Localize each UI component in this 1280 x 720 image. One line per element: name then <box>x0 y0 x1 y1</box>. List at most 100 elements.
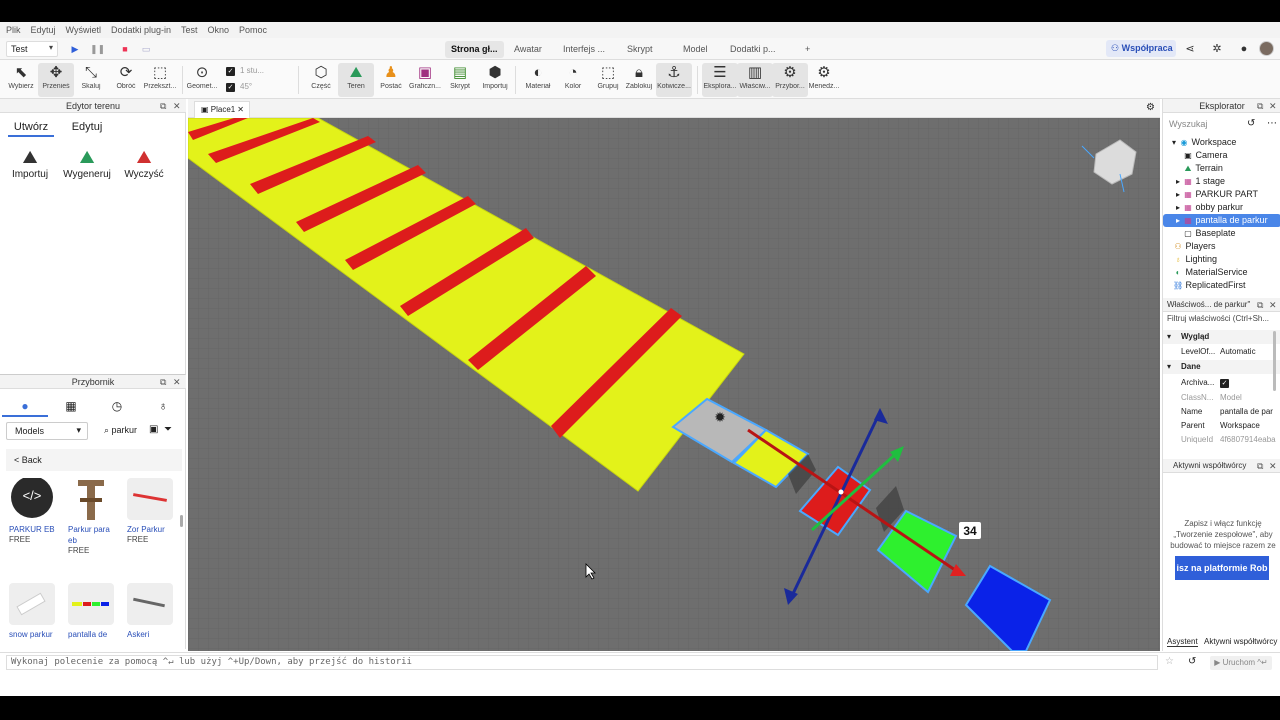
share-icon[interactable]: ⋖ <box>1183 42 1197 56</box>
image-filter-icon[interactable]: ▣ <box>149 424 158 435</box>
select-tool[interactable]: ⬉ Wybierz <box>3 63 39 97</box>
tab-model[interactable]: Model <box>677 41 714 58</box>
terrain-tool[interactable]: ⛰ Teren <box>338 63 374 97</box>
category-data[interactable]: ▾ Dane <box>1163 360 1280 374</box>
tab-create[interactable]: Utwórz <box>8 117 54 137</box>
tab-home[interactable]: Strona gł... <box>445 41 504 58</box>
menu-help[interactable]: Pomoc <box>239 25 267 35</box>
tab-active-collaborators[interactable]: Aktywni współtwórcy <box>1204 637 1277 646</box>
model-card[interactable]: Askeri <box>127 583 179 640</box>
menu-test[interactable]: Test <box>181 25 198 35</box>
command-input[interactable]: Wykonaj polecenie za pomocą ^↵ lub użyj … <box>6 655 1158 670</box>
tree-item-1-stage[interactable]: ▸ ▦ 1 stage <box>1163 175 1280 188</box>
tree-item-terrain[interactable]: ⛰ Terrain <box>1163 162 1280 175</box>
3d-viewport[interactable]: ✹ 34 <box>188 118 1160 651</box>
property-row[interactable]: Parent Workspace <box>1163 419 1280 433</box>
tab-marketplace[interactable]: ● <box>2 395 48 417</box>
tab-avatar[interactable]: Awatar <box>508 41 548 58</box>
clear-terrain-button[interactable]: ⛰ Wyczyść <box>118 145 170 180</box>
archivable-checkbox[interactable]: ✓ <box>1220 379 1229 388</box>
tree-item-lighting[interactable]: ♁ Lighting <box>1163 253 1280 266</box>
explorer-tool[interactable]: ☰ Eksplora... <box>702 63 738 97</box>
close-icon[interactable]: ✕ <box>1269 99 1277 113</box>
popout-icon[interactable]: ⧉ <box>1257 99 1263 113</box>
lock-tool[interactable]: 🔒︎ Zablokuj <box>621 63 657 97</box>
expand-icon[interactable]: ▸ <box>1173 214 1183 227</box>
tree-item-camera[interactable]: ▣ Camera <box>1163 149 1280 162</box>
tab-ui[interactable]: Interfejs ... <box>557 41 611 58</box>
tree-item-parkur-part[interactable]: ▸ ▦ PARKUR PART <box>1163 188 1280 201</box>
expand-icon[interactable]: ▸ <box>1173 175 1183 188</box>
model-card[interactable]: snow parkur <box>9 583 61 640</box>
assistant-icon[interactable]: ✲ <box>1210 42 1224 56</box>
collaborate-button[interactable]: ⚇ Współpraca <box>1106 40 1176 57</box>
import-terrain-button[interactable]: ⛰ Importuj <box>4 145 56 180</box>
viewport-scene[interactable]: ✹ 34 <box>188 118 1160 651</box>
expand-icon[interactable]: ▾ <box>1169 136 1179 149</box>
snap-move-checkbox[interactable]: ✓ <box>226 67 235 76</box>
close-icon[interactable]: ✕ <box>1269 459 1277 473</box>
expand-icon[interactable]: ▸ <box>1173 188 1183 201</box>
expand-icon[interactable]: ▸ <box>1173 201 1183 214</box>
screen-icon[interactable]: ▭ <box>141 43 151 55</box>
transform-tool[interactable]: ⬚ Przekszt... <box>142 63 178 97</box>
tab-plugins[interactable]: Dodatki p... <box>724 41 782 58</box>
tab-inventory[interactable]: ▦ <box>48 395 94 417</box>
tree-item-pantalla-de-parkur[interactable]: ▸ ▦ pantalla de parkur <box>1163 214 1280 227</box>
close-icon[interactable]: ✕ <box>173 375 181 389</box>
scrollbar[interactable] <box>180 515 183 527</box>
part-tool[interactable]: ⬡ Część <box>303 63 339 97</box>
property-row[interactable]: ClassN... Model <box>1163 391 1280 405</box>
model-card[interactable]: Parkur para eb FREE <box>68 478 120 555</box>
filter-icon[interactable]: ⏷ <box>164 424 172 435</box>
menu-view[interactable]: Wyświetl <box>66 25 101 35</box>
snap-rotate-value[interactable]: 45° <box>240 82 252 91</box>
color-tool[interactable]: ◔ Kolor <box>555 63 591 97</box>
toolbox-tool[interactable]: ⚙ Przybor... <box>772 63 808 97</box>
search-box[interactable]: ⌕ parkur <box>104 425 137 436</box>
anchor-tool[interactable]: ⚓︎ Kotwicze... <box>656 63 692 97</box>
tab-place1[interactable]: ▣ Place1 ✕ <box>194 101 250 118</box>
tree-item-baseplate[interactable]: ▢ Baseplate <box>1163 227 1280 240</box>
tab-recent[interactable]: ◷ <box>94 395 140 417</box>
menu-plugins[interactable]: Dodatki plug-in <box>111 25 171 35</box>
tab-script[interactable]: Skrypt <box>621 41 659 58</box>
model-card[interactable]: </> PARKUR EB FREE <box>9 478 61 544</box>
more-icon[interactable]: ⋯ <box>1267 118 1277 129</box>
close-icon[interactable]: ✕ <box>173 99 181 113</box>
model-card[interactable]: Zor Parkur FREE <box>127 478 179 544</box>
property-row[interactable]: LevelOf... Automatic <box>1163 345 1280 359</box>
scrollbar[interactable] <box>1273 331 1276 391</box>
popout-icon[interactable]: ⧉ <box>160 99 166 113</box>
stop-icon[interactable]: ■ <box>120 43 130 55</box>
tab-creations[interactable]: ♁ <box>140 395 186 417</box>
menu-window[interactable]: Okno <box>208 25 230 35</box>
menu-edit[interactable]: Edytuj <box>31 25 56 35</box>
pause-icon[interactable]: ❚❚ <box>90 43 105 55</box>
close-icon[interactable]: ✕ <box>237 105 244 114</box>
menu-file[interactable]: Plik <box>6 25 21 35</box>
asset-manager-tool[interactable]: ⚙ Menedż... <box>806 63 842 97</box>
run-command-button[interactable]: ▶ Uruchom ^↵ <box>1210 656 1272 670</box>
bookmark-icon[interactable]: ☆ <box>1165 656 1174 667</box>
search-input[interactable]: parkur <box>112 425 138 435</box>
tree-item-players[interactable]: ⚇ Players <box>1163 240 1280 253</box>
explorer-search-input[interactable]: Wyszukaj <box>1169 119 1207 129</box>
rotate-tool[interactable]: ⟳ Obróć <box>108 63 144 97</box>
popout-icon[interactable]: ⧉ <box>1257 459 1263 473</box>
property-row[interactable]: Archiva... ✓ <box>1163 376 1280 390</box>
tab-edit[interactable]: Edytuj <box>62 117 112 137</box>
snap-move-value[interactable]: 1 stu... <box>240 66 264 75</box>
geometry-tool[interactable]: ⊙ Geomet... <box>184 63 220 97</box>
tab-add[interactable]: + <box>799 41 816 58</box>
import-tool[interactable]: ⬢ Importuj <box>477 63 513 97</box>
tab-assistant[interactable]: Asystent <box>1167 637 1198 647</box>
popout-icon[interactable]: ⧉ <box>160 375 166 389</box>
character-tool[interactable]: ♟ Postać <box>373 63 409 97</box>
scale-tool[interactable]: ⤡ Skaluj <box>73 63 109 97</box>
tree-item-replicated-first[interactable]: ⛓ ReplicatedFirst <box>1163 279 1280 292</box>
properties-filter-input[interactable]: Filtruj właściwości (Ctrl+Sh... <box>1167 314 1269 323</box>
graphics-tool[interactable]: ▣ Graficzn... <box>407 63 443 97</box>
material-tool[interactable]: ◐ Materiał <box>520 63 556 97</box>
gear-icon[interactable]: ⚙ <box>1146 102 1155 113</box>
